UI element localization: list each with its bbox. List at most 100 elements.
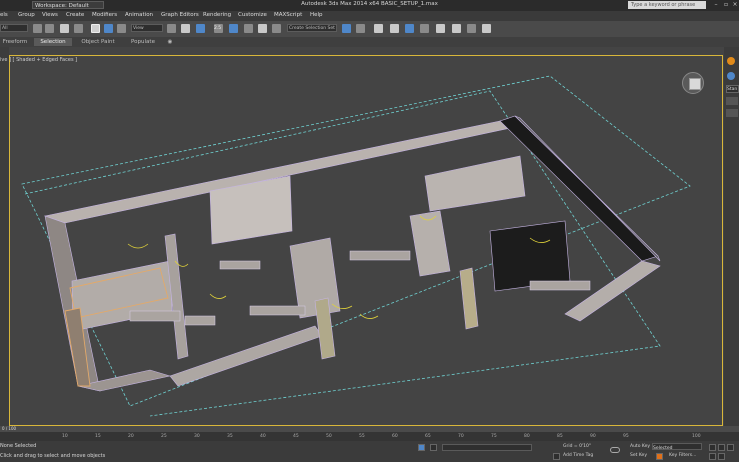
perspective-viewport[interactable] xyxy=(9,55,723,426)
frame-counter: 0 / 100 xyxy=(2,426,17,431)
tick: 80 xyxy=(524,434,530,439)
tick: 70 xyxy=(458,434,464,439)
tick: 50 xyxy=(326,434,332,439)
select-by-name-icon[interactable] xyxy=(45,24,54,33)
select-rotate-icon[interactable] xyxy=(104,24,113,33)
selection-status: None Selected xyxy=(0,443,37,449)
menu-maxscript[interactable]: MAXScript xyxy=(274,12,302,18)
graphite-toggle-icon[interactable] xyxy=(390,24,399,33)
command-panel: Stan xyxy=(724,47,739,426)
select-move-icon[interactable] xyxy=(91,24,100,33)
selection-filter-dropdown[interactable]: All xyxy=(0,24,28,32)
tick: 10 xyxy=(62,434,68,439)
key-mode-icon[interactable] xyxy=(709,453,716,460)
grid-size: Grid = 0'10" xyxy=(563,444,591,449)
mirror-icon[interactable] xyxy=(342,24,351,33)
goto-start-icon[interactable] xyxy=(709,444,716,451)
tab-populate[interactable]: Populate xyxy=(126,38,160,46)
pivot-icon[interactable] xyxy=(167,24,176,33)
curve-editor-icon[interactable] xyxy=(405,24,414,33)
menu-graph-editors[interactable]: Graph Editors xyxy=(161,12,199,18)
auto-key-button[interactable]: Auto Key xyxy=(630,444,650,449)
tick: 95 xyxy=(623,434,629,439)
render-production-icon[interactable] xyxy=(482,24,491,33)
menu-help[interactable]: Help xyxy=(310,12,323,18)
minimize-icon[interactable]: – xyxy=(712,1,720,9)
snaps-toggle-icon[interactable]: 2.5 xyxy=(214,24,223,33)
lock-selection-icon[interactable] xyxy=(430,444,437,451)
time-config-icon[interactable] xyxy=(718,453,725,460)
tick: 35 xyxy=(227,434,233,439)
left-strip xyxy=(0,47,9,426)
material-editor-icon[interactable] xyxy=(436,24,445,33)
tick: 85 xyxy=(557,434,563,439)
modify-tab-icon[interactable] xyxy=(727,72,735,80)
tab-object-paint[interactable]: Object Paint xyxy=(78,38,118,46)
panel-button-2[interactable] xyxy=(726,109,738,117)
menu-rendering[interactable]: Rendering xyxy=(203,12,231,18)
timeline[interactable]: 0 / 100 10 15 20 25 30 35 40 45 50 55 60… xyxy=(0,426,739,441)
search-input[interactable]: Type a keyword or phrase xyxy=(628,1,706,9)
play-icon[interactable] xyxy=(727,444,734,451)
menu-animation[interactable]: Animation xyxy=(125,12,153,18)
tab-selection[interactable]: Selection xyxy=(34,38,72,46)
menu-bar: els Group Views Create Modifiers Animati… xyxy=(0,11,739,21)
layer-manager-icon[interactable] xyxy=(374,24,383,33)
align-icon[interactable] xyxy=(356,24,365,33)
time-tag-icon[interactable] xyxy=(553,453,560,460)
time-slider[interactable]: 0 / 100 xyxy=(0,426,739,432)
create-tab-icon[interactable] xyxy=(727,57,735,65)
menu-customize[interactable]: Customize xyxy=(238,12,267,18)
percent-snap-icon[interactable] xyxy=(244,24,253,33)
select-scale-icon[interactable] xyxy=(117,24,126,33)
reference-coord-dropdown[interactable]: View xyxy=(131,24,163,32)
key-icon-small[interactable] xyxy=(656,453,663,460)
schematic-view-icon[interactable] xyxy=(420,24,429,33)
keyboard-shortcut-icon[interactable] xyxy=(196,24,205,33)
manipulate-icon[interactable] xyxy=(181,24,190,33)
viewport-label[interactable]: ive ] [ Shaded + Edged Faces ] xyxy=(0,57,77,63)
angle-snap-icon[interactable] xyxy=(229,24,238,33)
add-time-tag[interactable]: Add Time Tag xyxy=(563,453,593,458)
close-icon[interactable]: × xyxy=(731,1,739,9)
key-icon[interactable] xyxy=(610,447,620,453)
selected-dropdown-label: Selected xyxy=(653,446,673,451)
window-crossing-icon[interactable] xyxy=(74,24,83,33)
menu-modifiers[interactable]: Modifiers xyxy=(92,12,117,18)
xyz-coord-fields[interactable] xyxy=(442,444,532,451)
status-bar: None Selected Click and drag to select a… xyxy=(0,441,739,462)
rect-region-icon[interactable] xyxy=(60,24,69,33)
main-toolbar: All View 2.5 Create Selection Set xyxy=(0,21,739,38)
ground-grid-outline xyxy=(21,75,691,417)
snap-label: 2.5 xyxy=(214,26,222,31)
tick: 55 xyxy=(359,434,365,439)
prev-frame-icon[interactable] xyxy=(718,444,725,451)
maximize-icon[interactable]: ▫ xyxy=(722,1,730,9)
tab-freeform[interactable]: Freeform xyxy=(0,38,30,46)
panel-button-1[interactable] xyxy=(726,97,738,105)
tick: 25 xyxy=(161,434,167,439)
isolate-selection-icon[interactable] xyxy=(418,444,425,451)
prompt-line: Click and drag to select and move object… xyxy=(0,453,106,459)
ribbon-options-icon[interactable]: ◉ xyxy=(164,38,176,46)
tick: 20 xyxy=(128,434,134,439)
render-setup-icon[interactable] xyxy=(452,24,461,33)
named-selection-dropdown[interactable]: Create Selection Set xyxy=(287,24,337,32)
tick: 40 xyxy=(260,434,266,439)
key-filters-button[interactable]: Key Filters... xyxy=(669,453,696,458)
tick: 15 xyxy=(95,434,101,439)
set-key-button[interactable]: Set Key xyxy=(630,453,647,458)
viewcube-icon[interactable] xyxy=(682,72,704,94)
rendered-frame-icon[interactable] xyxy=(467,24,476,33)
tick: 65 xyxy=(425,434,431,439)
menu-group[interactable]: Group xyxy=(18,12,35,18)
spinner-snap-icon[interactable] xyxy=(258,24,267,33)
menu-edit[interactable]: els xyxy=(0,12,8,18)
menu-views[interactable]: Views xyxy=(42,12,58,18)
scene-canvas[interactable] xyxy=(10,56,722,425)
select-icon[interactable] xyxy=(33,24,42,33)
object-type-field[interactable]: Stan xyxy=(726,85,739,93)
key-mode-dropdown[interactable]: Selected xyxy=(652,443,702,451)
menu-create[interactable]: Create xyxy=(66,12,84,18)
edit-named-sets-icon[interactable] xyxy=(272,24,281,33)
